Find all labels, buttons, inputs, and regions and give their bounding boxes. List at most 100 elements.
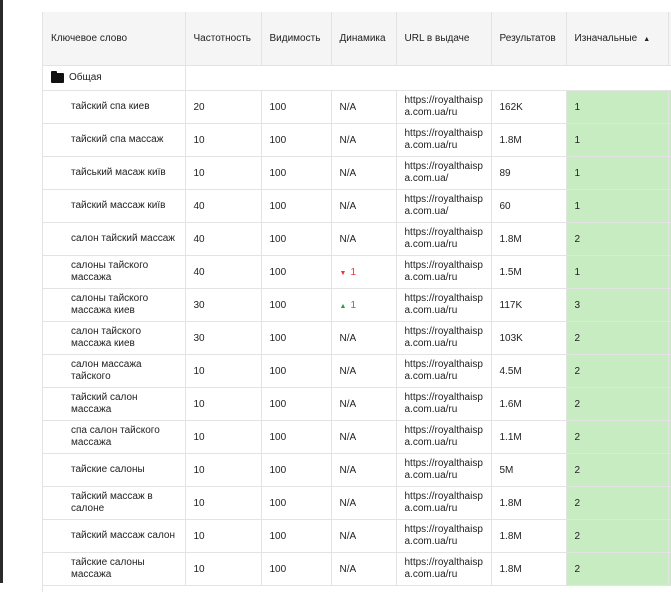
results-cell: 103K	[491, 321, 567, 355]
table-row[interactable]: тайский массаж київ 40 100 N/A https://royal…	[43, 189, 671, 223]
visibility-cell: 100	[261, 156, 332, 190]
url-cell[interactable]: https://royalthaispa.com.ua/ru	[396, 123, 492, 157]
initial-position-cell: 2	[566, 222, 669, 256]
column-header-keyword[interactable]: Ключевое слово	[43, 12, 186, 66]
visibility-cell: 100	[261, 189, 332, 223]
keyword-table-container: Ключевое слово Частотность Видимость Дин…	[42, 12, 671, 592]
dynamics-cell: ▼ 1	[331, 255, 397, 289]
keyword-cell: тайский массаж київ	[43, 189, 186, 223]
column-header-label: Динамика	[339, 33, 386, 44]
initial-position-cell: 2	[566, 420, 669, 454]
initial-position-cell: 1	[566, 189, 669, 223]
visibility-cell: 100	[261, 519, 332, 553]
frequency-cell: 10	[185, 354, 262, 388]
url-cell[interactable]: https://royalthaispa.com.ua/ru	[396, 354, 492, 388]
initial-position-cell: 2	[566, 486, 669, 520]
initial-position-cell: 1	[566, 255, 669, 289]
initial-position-cell: 2	[566, 354, 669, 388]
visibility-cell: 100	[261, 453, 332, 487]
visibility-cell: 100	[261, 321, 332, 355]
url-cell[interactable]: https://royalthaispa.com.ua/ru	[396, 453, 492, 487]
keyword-cell: салон тайский массаж	[43, 222, 186, 256]
table-row[interactable]: салоны тайского массажа 40 100 ▼ 1 https://ro…	[43, 255, 671, 289]
visibility-cell: 100	[261, 420, 332, 454]
table-row[interactable]: тайский массаж салон 10 100 N/A https://roya…	[43, 519, 671, 553]
column-header-results[interactable]: Результатов	[491, 12, 567, 66]
sort-asc-icon[interactable]: ▲	[643, 36, 650, 43]
table-row[interactable]: тайский салон массажа 10 100 N/A https://roy…	[43, 387, 671, 421]
dynamics-change: ▼ 1	[340, 267, 357, 278]
keyword-cell: тайский массаж в салоне	[43, 486, 186, 520]
table-row[interactable]: салон массажа тайского 10 100 N/A https://ro…	[43, 354, 671, 388]
column-header-label: URL в выдаче	[404, 33, 470, 44]
visibility-cell: 100	[261, 552, 332, 586]
column-header-url[interactable]: URL в выдаче	[396, 12, 492, 66]
visibility-cell: 100	[261, 354, 332, 388]
table-row[interactable]: тайские салоны массажа 10 100 N/A https://ro…	[43, 552, 671, 586]
frequency-cell: 30	[185, 321, 262, 355]
column-header-frequency[interactable]: Частотность	[185, 12, 262, 66]
results-cell: 1.5M	[491, 255, 567, 289]
table-row[interactable]: тайские салоны 10 100 N/A https://royalthais…	[43, 453, 671, 487]
table-header: Ключевое слово Частотность Видимость Дин…	[43, 12, 671, 66]
url-cell[interactable]: https://royalthaispa.com.ua/ru	[396, 321, 492, 355]
frequency-cell: 10	[185, 420, 262, 454]
initial-position-cell: 2	[566, 519, 669, 553]
visibility-cell: 100	[261, 123, 332, 157]
url-cell[interactable]: https://royalthaispa.com.ua/ru	[396, 255, 492, 289]
frequency-cell: 40	[185, 255, 262, 289]
results-cell: 1.8M	[491, 222, 567, 256]
table-row[interactable]: тайский спа массаж 10 100 N/A https://royalt…	[43, 123, 671, 157]
frequency-cell: 10	[185, 156, 262, 190]
dynamics-value: 1	[350, 299, 356, 311]
visibility-cell: 100	[261, 90, 332, 124]
keyword-cell: тайский спа массаж	[43, 123, 186, 157]
frequency-cell: 40	[185, 222, 262, 256]
keyword-cell: салон тайского массажа киев	[43, 321, 186, 355]
table-row[interactable]: тайський масаж київ 10 100 N/A https://royal…	[43, 156, 671, 190]
triangle-down-icon: ▼	[339, 269, 347, 277]
column-header-label: Ключевое слово	[51, 33, 128, 44]
column-header-dynamics[interactable]: Динамика	[331, 12, 397, 66]
keyword-cell: спа салон тайского массажа	[43, 420, 186, 454]
dynamics-cell: N/A	[331, 420, 397, 454]
frequency-cell: 10	[185, 486, 262, 520]
table-row[interactable]: спа салон тайского массажа 10 100 N/A https:…	[43, 420, 671, 454]
column-header-initial[interactable]: Изначальные ▲	[566, 12, 669, 66]
visibility-cell: 100	[261, 486, 332, 520]
url-cell[interactable]: https://royalthaispa.com.ua/ru	[396, 90, 492, 124]
url-cell[interactable]: https://royalthaispa.com.ua/	[396, 189, 492, 223]
table-row[interactable]: салон тайский массаж 40 100 N/A https://roya…	[43, 222, 671, 256]
visibility-cell: 100	[261, 255, 332, 289]
results-cell: 60	[491, 189, 567, 223]
table-row[interactable]: салон тайского массажа киев 30 100 N/A https…	[43, 321, 671, 355]
initial-position-cell: 2	[566, 453, 669, 487]
keyword-cell: тайские салоны массажа	[43, 552, 186, 586]
dynamics-cell: N/A	[331, 453, 397, 487]
url-cell[interactable]: https://royalthaispa.com.ua/ru	[396, 519, 492, 553]
keyword-cell: тайский спа киев	[43, 90, 186, 124]
frequency-cell: 10	[185, 453, 262, 487]
results-cell: 89	[491, 156, 567, 190]
table-row[interactable]: тайский спа киев 20 100 N/A https://royaltha…	[43, 90, 671, 124]
initial-position-cell: 1	[566, 156, 669, 190]
initial-position-cell: 2	[566, 321, 669, 355]
table-row[interactable]: тайский массаж в салоне 10 100 N/A https://r…	[43, 486, 671, 520]
url-cell[interactable]: https://royalthaispa.com.ua/ru	[396, 420, 492, 454]
group-spacer	[185, 65, 671, 91]
url-cell[interactable]: https://royalthaispa.com.ua/	[396, 156, 492, 190]
dynamics-cell: N/A	[331, 387, 397, 421]
column-header-visibility[interactable]: Видимость	[261, 12, 332, 66]
url-cell[interactable]: https://royalthaispa.com.ua/ru	[396, 288, 492, 322]
frequency-cell: 40	[185, 189, 262, 223]
visibility-cell: 100	[261, 288, 332, 322]
group-row[interactable]: Общая	[43, 65, 671, 91]
url-cell[interactable]: https://royalthaispa.com.ua/ru	[396, 552, 492, 586]
url-cell[interactable]: https://royalthaispa.com.ua/ru	[396, 387, 492, 421]
url-cell[interactable]: https://royalthaispa.com.ua/ru	[396, 486, 492, 520]
table-row[interactable]: салоны тайского массажа киев 30 100 ▲ 1 https…	[43, 288, 671, 322]
keyword-rankings-table: Ключевое слово Частотность Видимость Дин…	[43, 12, 671, 586]
window-edge	[0, 0, 3, 583]
group-cell[interactable]: Общая	[43, 65, 186, 91]
url-cell[interactable]: https://royalthaispa.com.ua/ru	[396, 222, 492, 256]
